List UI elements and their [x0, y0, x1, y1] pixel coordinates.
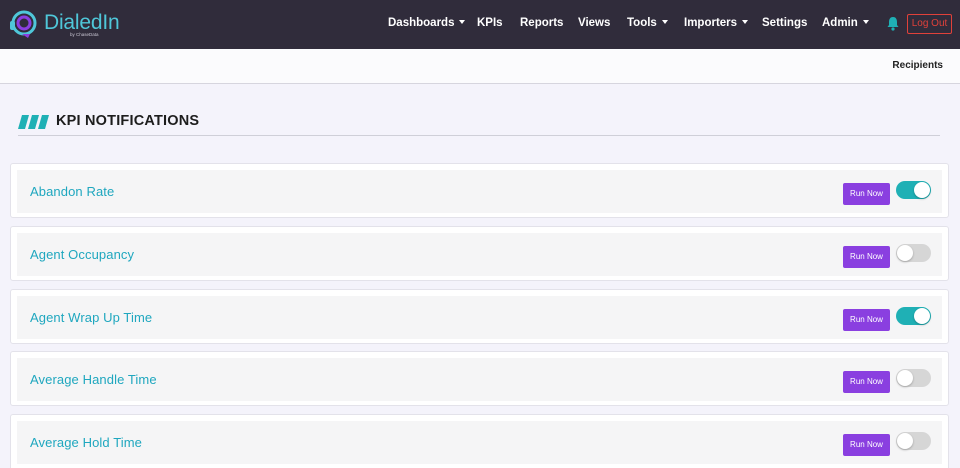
- kpi-name[interactable]: Average Hold Time: [30, 435, 142, 450]
- nav-label: Dashboards: [388, 17, 455, 29]
- nav-importers[interactable]: Importers: [684, 17, 749, 29]
- kpi-card: Average Handle Time Run Now: [10, 351, 949, 406]
- kpi-card: Agent Wrap Up Time Run Now: [10, 289, 949, 344]
- enable-toggle[interactable]: [896, 369, 931, 387]
- nav-label: Reports: [520, 17, 564, 29]
- page-title: KPI NOTIFICATIONS: [56, 113, 200, 129]
- caret-down-icon: [742, 20, 749, 24]
- nav-label: KPIs: [477, 17, 503, 29]
- nav-reports[interactable]: Reports: [520, 17, 563, 29]
- nav-label: Tools: [627, 17, 657, 29]
- toggle-knob: [914, 308, 930, 324]
- section-header: KPI NOTIFICATIONS: [18, 113, 940, 137]
- enable-toggle[interactable]: [896, 244, 931, 262]
- kpi-card-body: Agent Occupancy Run Now: [17, 233, 942, 276]
- headset-logo-icon: [10, 10, 37, 38]
- sub-navbar: Recipients: [0, 49, 960, 84]
- toggle-knob: [897, 433, 913, 449]
- kpi-card-body: Agent Wrap Up Time Run Now: [17, 296, 942, 339]
- caret-down-icon: [862, 20, 869, 24]
- stripes-icon: [18, 115, 49, 129]
- enable-toggle[interactable]: [896, 432, 931, 450]
- enable-toggle[interactable]: [896, 307, 931, 325]
- nav-views[interactable]: Views: [578, 17, 610, 29]
- section-divider: [18, 135, 940, 136]
- run-now-button[interactable]: Run Now: [843, 309, 890, 331]
- kpi-card-body: Abandon Rate Run Now: [17, 170, 942, 213]
- run-now-button[interactable]: Run Now: [843, 434, 890, 456]
- nav-tools[interactable]: Tools: [627, 17, 668, 29]
- recipients-link[interactable]: Recipients: [892, 60, 943, 71]
- nav-label: Admin: [822, 17, 858, 29]
- nav-label: Settings: [762, 17, 808, 29]
- logout-button[interactable]: Log Out: [907, 14, 952, 34]
- toggle-knob: [897, 370, 913, 386]
- nav-label: Importers: [684, 17, 738, 29]
- run-now-button[interactable]: Run Now: [843, 246, 890, 268]
- nav-dashboards[interactable]: Dashboards: [388, 17, 466, 29]
- toggle-knob: [914, 182, 930, 198]
- kpi-card: Agent Occupancy Run Now: [10, 226, 949, 281]
- kpi-name[interactable]: Abandon Rate: [30, 184, 114, 199]
- kpi-card-body: Average Hold Time Run Now: [17, 421, 942, 464]
- nav-settings[interactable]: Settings: [762, 17, 807, 29]
- run-now-button[interactable]: Run Now: [843, 183, 890, 205]
- dialedin-logo[interactable]: DialedIn by ChaseData: [8, 7, 128, 43]
- top-navbar: DialedIn by ChaseData Dashboards KPIs Re…: [0, 0, 960, 49]
- kpi-name[interactable]: Average Handle Time: [30, 372, 157, 387]
- enable-toggle[interactable]: [896, 181, 931, 199]
- caret-down-icon: [661, 20, 668, 24]
- kpi-card: Average Hold Time Run Now: [10, 414, 949, 468]
- kpi-card: Abandon Rate Run Now: [10, 163, 949, 218]
- kpi-card-body: Average Handle Time Run Now: [17, 358, 942, 401]
- nav-admin[interactable]: Admin: [822, 17, 869, 29]
- nav-kpis[interactable]: KPIs: [477, 17, 503, 29]
- nav-label: Views: [578, 17, 611, 29]
- toggle-knob: [897, 245, 913, 261]
- logo-subtext: by ChaseData: [70, 32, 99, 37]
- kpi-name[interactable]: Agent Wrap Up Time: [30, 310, 152, 325]
- run-now-button[interactable]: Run Now: [843, 371, 890, 393]
- kpi-name[interactable]: Agent Occupancy: [30, 247, 134, 262]
- bell-icon[interactable]: [886, 16, 900, 31]
- caret-down-icon: [459, 20, 466, 24]
